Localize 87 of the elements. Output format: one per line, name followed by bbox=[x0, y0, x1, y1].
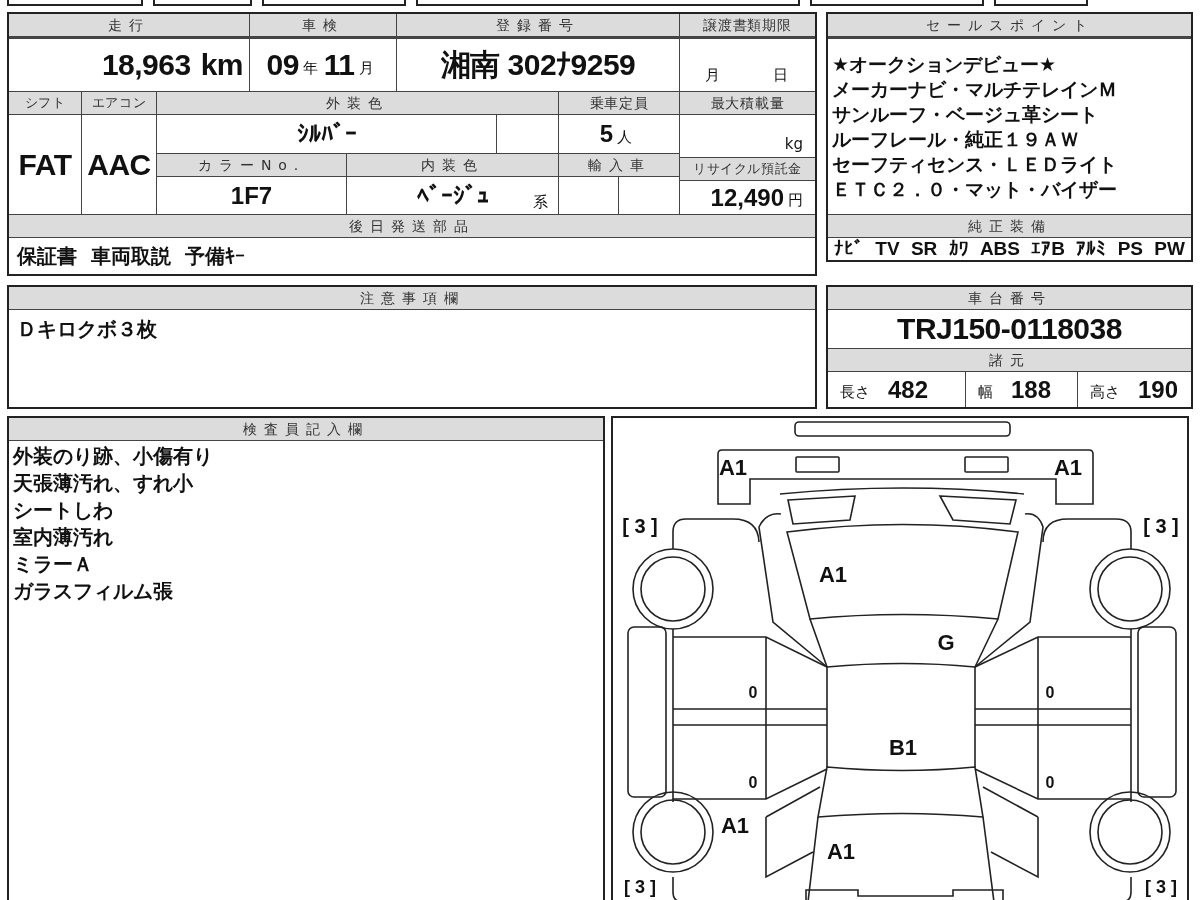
damage-code: 0 bbox=[1045, 684, 1055, 701]
damage-code: A1 bbox=[826, 839, 856, 864]
sales-point: ルーフレール・純正１９ＡＷ bbox=[832, 126, 1079, 152]
color-number-header: カラーNo. bbox=[157, 154, 346, 176]
spec-value: 482 bbox=[888, 375, 929, 404]
recycle-fee-header: リサイクル預託金 bbox=[680, 158, 815, 180]
max-load-unit: kg bbox=[784, 135, 803, 153]
registration-header: 登録番号 bbox=[397, 14, 679, 36]
damage-code: [ 3 ] bbox=[1143, 515, 1179, 537]
damage-code: G bbox=[937, 630, 955, 655]
equipment-header: 純正装備 bbox=[828, 215, 1191, 237]
damage-code: A1 bbox=[1053, 455, 1083, 480]
interior-color-header: 内装色 bbox=[347, 154, 558, 176]
chassis-number: TRJ150-0118038 bbox=[897, 312, 1122, 346]
damage-code: 0 bbox=[748, 774, 758, 791]
damage-code: 0 bbox=[748, 684, 758, 701]
yen-unit: 円 bbox=[788, 191, 803, 210]
damage-code: [ 3 ] bbox=[624, 877, 656, 897]
sales-point: メーカーナビ・マルチテレインＭ bbox=[832, 76, 1117, 102]
inspector-note: 外装のり跡、小傷有り bbox=[13, 443, 213, 470]
aircon-header: エアコン bbox=[82, 92, 156, 114]
sales-point: ★オークションデビュー★ bbox=[832, 51, 1057, 77]
registration-value: 湘南 302ﾅ9259 bbox=[440, 46, 636, 83]
equipment-item: ABS bbox=[979, 238, 1020, 260]
inspector-note: ミラーＡ bbox=[13, 551, 93, 578]
mileage-unit: km bbox=[200, 48, 243, 82]
sales-point: セーフティセンス・ＬＥＤライト bbox=[832, 151, 1117, 177]
exterior-color-header: 外装色 bbox=[157, 92, 558, 114]
inspector-note: シートしわ bbox=[13, 497, 113, 524]
capacity-value: 5 bbox=[599, 120, 614, 148]
damage-code: [ 3 ] bbox=[1145, 877, 1177, 897]
spec-label: 長さ bbox=[840, 383, 870, 402]
sales-points-header: セールスポイント bbox=[828, 14, 1191, 36]
spec-label: 幅 bbox=[978, 383, 993, 402]
damage-code: [ 3 ] bbox=[622, 515, 658, 537]
equipment-item: PW bbox=[1154, 238, 1185, 260]
equipment-item: ｴｱB bbox=[1031, 238, 1066, 260]
mileage-value: 18,963 bbox=[101, 48, 191, 82]
sales-point: サンルーフ・ベージュ革シート bbox=[832, 101, 1098, 127]
later-parts-header: 後日発送部品 bbox=[9, 215, 815, 237]
damage-code: A1 bbox=[720, 813, 750, 838]
deadline-header: 譲渡書類期限 bbox=[680, 14, 815, 36]
color-suffix: 系 bbox=[533, 193, 548, 212]
notes-text: Ｄキロクボ３枚 bbox=[17, 316, 157, 343]
inspection-header: 車検 bbox=[250, 14, 396, 36]
capacity-unit: 人 bbox=[617, 127, 633, 147]
inspection-year: 09 bbox=[266, 48, 299, 82]
spec-label: 高さ bbox=[1090, 383, 1120, 402]
import-header: 輸入車 bbox=[559, 154, 679, 176]
later-part: 予備ｷｰ bbox=[185, 242, 245, 270]
shift-header: シフト bbox=[9, 92, 81, 114]
year-unit: 年 bbox=[302, 58, 318, 78]
color-number-value: 1F7 bbox=[230, 181, 273, 210]
inspector-note: 天張薄汚れ、すれ小 bbox=[13, 470, 193, 497]
recycle-fee-value: 12,490 bbox=[710, 183, 784, 212]
equipment-item: ﾅﾋﾞ bbox=[834, 238, 864, 260]
interior-color-value: ﾍﾞｰｼﾞｭ bbox=[416, 181, 489, 210]
month-unit: 月 bbox=[358, 58, 374, 78]
spec-value: 188 bbox=[1011, 375, 1052, 404]
mileage-header: 走行 bbox=[9, 14, 249, 36]
damage-code: B1 bbox=[888, 735, 918, 760]
equipment-item: SR bbox=[910, 238, 938, 260]
sales-point: ＥＴＣ２．０・マット・バイザー bbox=[832, 176, 1117, 202]
inspection-month: 11 bbox=[323, 48, 355, 82]
equipment-item: ｱﾙﾐ bbox=[1076, 238, 1107, 260]
specs-header: 諸元 bbox=[828, 349, 1191, 371]
month-unit: 月 bbox=[705, 66, 721, 85]
aircon-value: AAC bbox=[87, 147, 151, 182]
equipment-item: ｶﾜ bbox=[948, 238, 969, 260]
equipment-item: TV bbox=[875, 238, 900, 260]
notes-header: 注意事項欄 bbox=[9, 287, 815, 309]
exterior-color-value: ｼﾙﾊﾞｰ bbox=[296, 120, 357, 148]
spec-value: 190 bbox=[1138, 375, 1179, 404]
damage-code: 0 bbox=[1045, 774, 1055, 791]
day-unit: 日 bbox=[772, 66, 788, 85]
max-load-header: 最大積載量 bbox=[680, 92, 815, 114]
inspector-note: 室内薄汚れ bbox=[13, 524, 113, 551]
later-part: 車両取説 bbox=[91, 242, 171, 270]
chassis-header: 車台番号 bbox=[828, 287, 1191, 309]
equipment-item: PS bbox=[1117, 238, 1143, 260]
capacity-header: 乗車定員 bbox=[559, 92, 679, 114]
shift-value: FAT bbox=[18, 147, 72, 182]
damage-code: A1 bbox=[818, 562, 848, 587]
later-part: 保証書 bbox=[17, 242, 77, 270]
inspector-note: ガラスフィルム張 bbox=[13, 578, 173, 605]
inspector-header: 検査員記入欄 bbox=[9, 418, 603, 440]
damage-code: A1 bbox=[718, 455, 748, 480]
